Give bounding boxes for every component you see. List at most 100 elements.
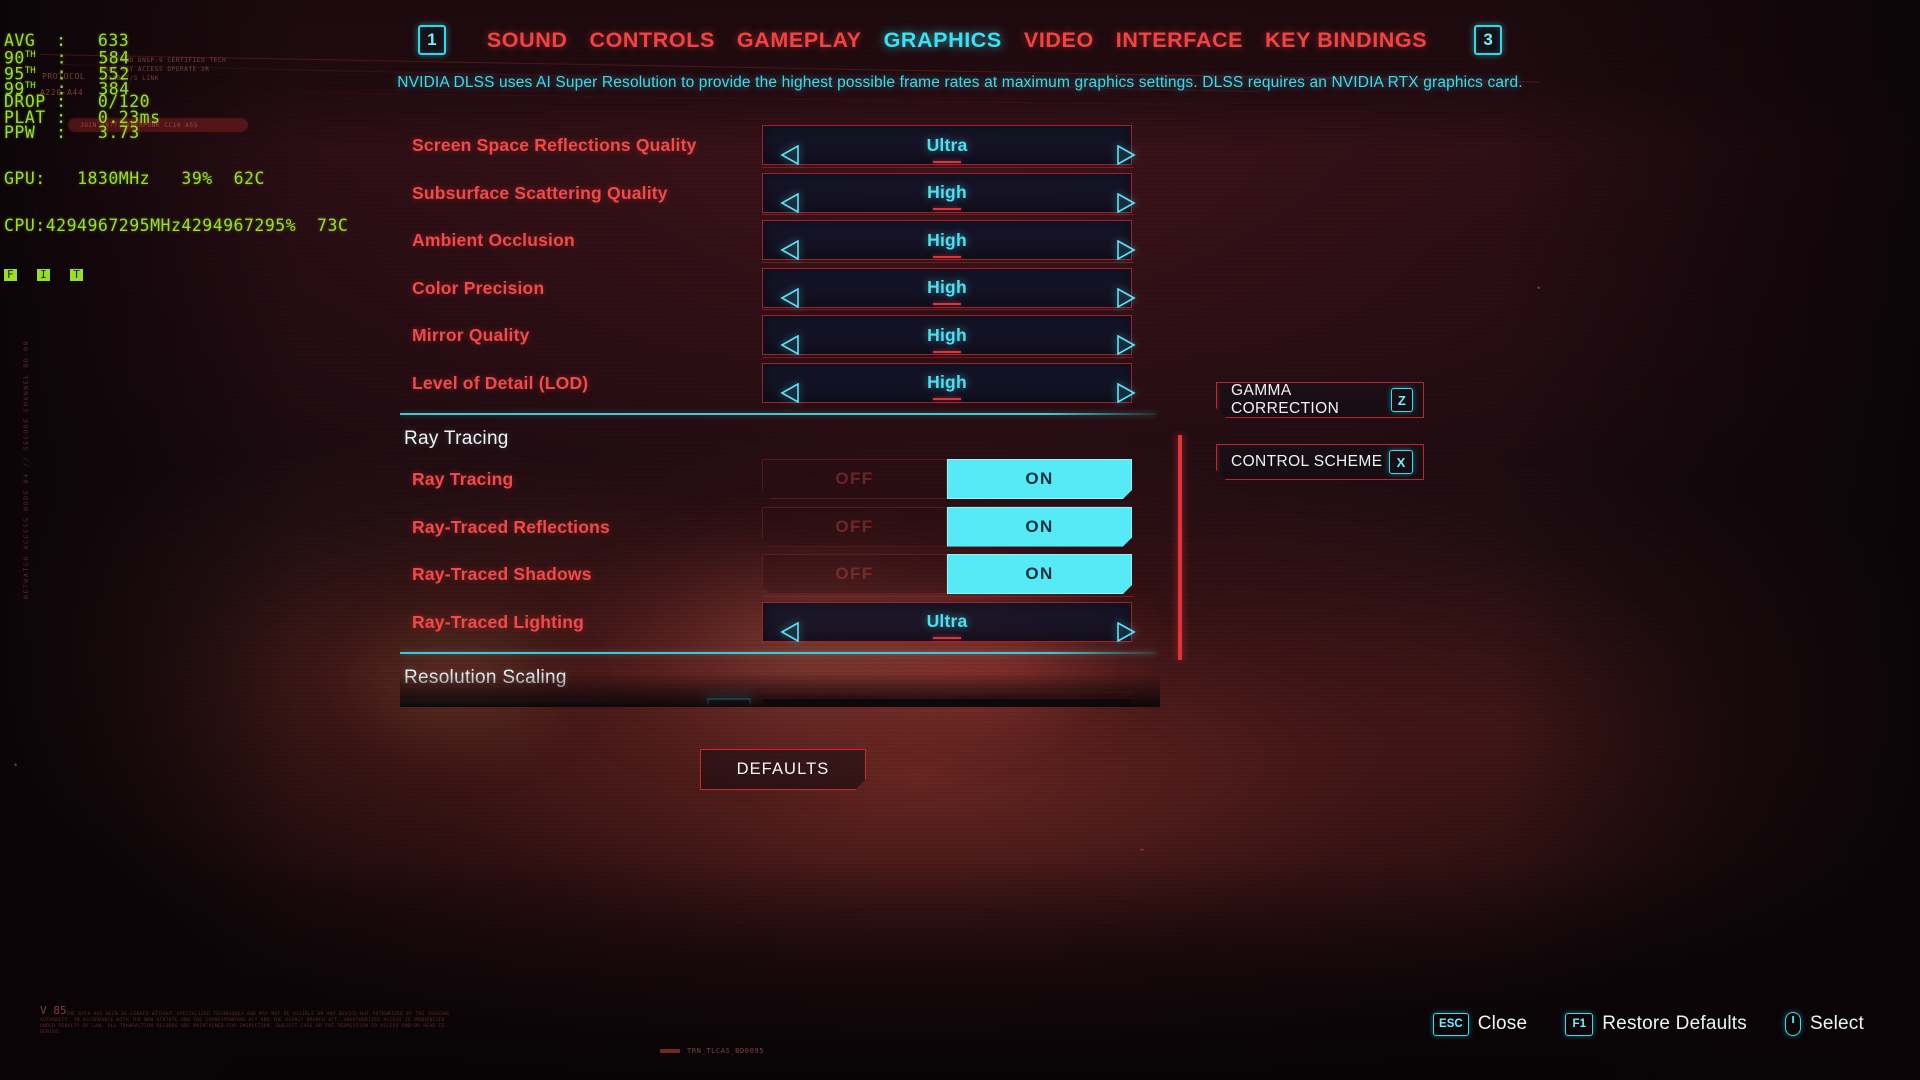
perf-gpu-row: GPU: 1830MHz 39% 62C — [4, 169, 265, 189]
settings-scrollbar[interactable] — [1178, 435, 1182, 660]
setting-label: Color Precision — [412, 277, 545, 298]
gamma-correction-key: Z — [1391, 388, 1413, 412]
perf-badge: T — [70, 268, 84, 281]
perf-badges: FIT — [4, 265, 348, 281]
setting-value: Ultra — [926, 134, 968, 155]
toggle-on-option[interactable]: ON — [947, 507, 1132, 547]
setting-toggle: OFF ON — [762, 507, 1132, 547]
setting-row[interactable]: Ray-Traced Lighting Ultra — [400, 595, 1160, 647]
gamma-correction-button[interactable]: GAMMA CORRECTION Z — [1216, 382, 1424, 418]
stepper-center: High — [927, 325, 967, 346]
setting-value: High — [927, 372, 967, 392]
setting-label: Ray-Traced Lighting — [412, 611, 585, 632]
performance-overlay: AVG : 633 90TH : 584 95TH : 552 99TH : 384 D… — [4, 2, 348, 296]
setting-value: High — [927, 277, 967, 297]
setting-row[interactable]: Subsurface Scattering Quality High — [400, 166, 1160, 218]
toggle-on-option[interactable]: ON — [947, 459, 1132, 499]
setting-label: Ray-Traced Reflections — [412, 516, 610, 537]
legal-text: THE DATA HAS BEEN DE-LINKED WITHOUT SPEC… — [40, 1012, 450, 1035]
next-category-key[interactable]: 3 — [1474, 25, 1503, 55]
setting-value: Ultra — [926, 611, 968, 631]
footer-close-label: Close — [1477, 1013, 1528, 1034]
tab-interface[interactable]: INTERFACE — [1116, 28, 1243, 53]
selection-indicator-icon — [707, 698, 751, 707]
section-title: Ray Tracing — [404, 428, 509, 449]
setting-label: Ambient Occlusion — [412, 230, 575, 251]
setting-label: Screen Space Reflections Quality — [412, 135, 697, 156]
section-divider — [400, 413, 1156, 415]
footer-select-label: Select — [1809, 1013, 1864, 1034]
section-header-resolution-scaling: Resolution Scaling — [400, 646, 1160, 695]
setting-row[interactable]: Color Precision High — [400, 261, 1160, 313]
toggle-off-option[interactable]: OFF — [762, 459, 947, 499]
toggle-on-option[interactable]: ON — [947, 554, 1132, 594]
tab-list: SOUND CONTROLS GAMEPLAY GRAPHICS VIDEO INTERF… — [487, 28, 1427, 53]
side-button-label: GAMMA CORRECTION — [1231, 382, 1340, 417]
perf-stat-line: PPW : 3.73 — [4, 123, 140, 143]
version-decal: V 85 — [40, 1004, 67, 1017]
setting-stepper: Ultra — [762, 125, 1136, 165]
perf-badge: I — [37, 268, 51, 281]
section-header-ray-tracing: Ray Tracing — [400, 407, 1160, 456]
stepper-center: High — [927, 372, 967, 393]
footer-close[interactable]: ESC Close — [1433, 1012, 1528, 1036]
prev-category-key[interactable]: 1 — [417, 25, 446, 55]
perf-stat-line: AVG : 633 — [4, 30, 130, 50]
section-title: Resolution Scaling — [404, 667, 567, 688]
setting-row[interactable]: Ray-Traced Reflections OFF ON — [400, 504, 1160, 552]
footer-restore-label: Restore Defaults — [1602, 1013, 1747, 1034]
setting-toggle: OFF ON — [762, 554, 1132, 594]
legal-decal: V 85 THE DATA HAS BEEN DE-LINKED WITHOUT… — [40, 1005, 460, 1036]
footer-restore-defaults[interactable]: F1 Restore Defaults — [1565, 1012, 1747, 1036]
setting-row[interactable]: Level of Detail (LOD) High — [400, 356, 1160, 408]
setting-stepper: High — [762, 214, 1136, 260]
perf-stat-line: 95TH : 552 — [4, 64, 130, 84]
stepper-center: High — [927, 182, 967, 203]
f1-key-icon: F1 — [1565, 1012, 1594, 1036]
section-divider — [400, 652, 1156, 654]
tab-key-bindings[interactable]: KEY BINDINGS — [1265, 28, 1427, 53]
tab-controls[interactable]: CONTROLS — [589, 28, 714, 53]
vertical-strip-decal: NETWATCH ACCESS NODE 04 // SECURE CHANNE… — [22, 340, 30, 600]
setting-row[interactable]: DLSSAOffD — [400, 692, 1160, 707]
defaults-button-label: DEFAULTS — [736, 760, 830, 778]
decor-dot: •• — [1140, 848, 1145, 854]
toggle-off-option[interactable]: OFF — [762, 554, 947, 594]
setting-stepper: High — [762, 356, 1136, 403]
defaults-button[interactable]: DEFAULTS — [700, 749, 866, 790]
setting-stepper: High — [762, 166, 1136, 213]
setting-label: Level of Detail (LOD) — [412, 372, 589, 393]
control-scheme-key: X — [1389, 450, 1413, 474]
setting-stepper: Ultra — [762, 595, 1136, 642]
setting-label: Ray-Traced Shadows — [412, 564, 592, 585]
control-scheme-button[interactable]: CONTROL SCHEME X — [1216, 444, 1424, 480]
bottom-code-decal: TRN_TLCAS_BD0095 — [660, 1047, 764, 1055]
setting-value: High — [927, 229, 967, 250]
stepper-center: Ultra — [927, 611, 968, 632]
stepper-center: High — [927, 277, 967, 298]
perf-stat-lines: AVG : 633 90TH : 584 95TH : 552 99TH : 384 D… — [4, 30, 348, 143]
setting-label: Subsurface Scattering Quality — [412, 182, 668, 203]
settings-rows: Screen Space Reflections Quality Ultra Sub… — [400, 122, 1160, 707]
setting-stepper: High — [762, 261, 1136, 308]
tab-video[interactable]: VIDEO — [1024, 28, 1094, 53]
setting-value: High — [927, 324, 967, 345]
mouse-icon — [1784, 1012, 1801, 1036]
stepper-center: Ultra — [927, 135, 968, 156]
tab-graphics[interactable]: GRAPHICS — [884, 28, 1002, 53]
setting-value: High — [927, 182, 967, 202]
setting-row[interactable]: Ray Tracing OFF ON — [400, 456, 1160, 504]
setting-label: Mirror Quality — [412, 325, 530, 346]
setting-row[interactable]: Ray-Traced Shadows OFF ON — [400, 551, 1160, 599]
tab-gameplay[interactable]: GAMEPLAY — [737, 28, 862, 53]
footer-select[interactable]: Select — [1784, 1012, 1864, 1036]
setting-row[interactable]: Screen Space Reflections Quality Ultra — [400, 122, 1160, 170]
decal-dash — [660, 1049, 680, 1053]
setting-row[interactable]: Mirror Quality High — [400, 309, 1160, 360]
decor-dot: • — [1537, 283, 1541, 293]
toggle-off-option[interactable]: OFF — [762, 507, 947, 547]
tab-sound[interactable]: SOUND — [487, 28, 568, 53]
perf-cpu-row: CPU:4294967295MHz4294967295% 73C — [4, 215, 349, 235]
graphics-settings-list[interactable]: Screen Space Reflections Quality Ultra Sub… — [400, 122, 1160, 707]
setting-row[interactable]: Ambient Occlusion High — [400, 214, 1160, 265]
